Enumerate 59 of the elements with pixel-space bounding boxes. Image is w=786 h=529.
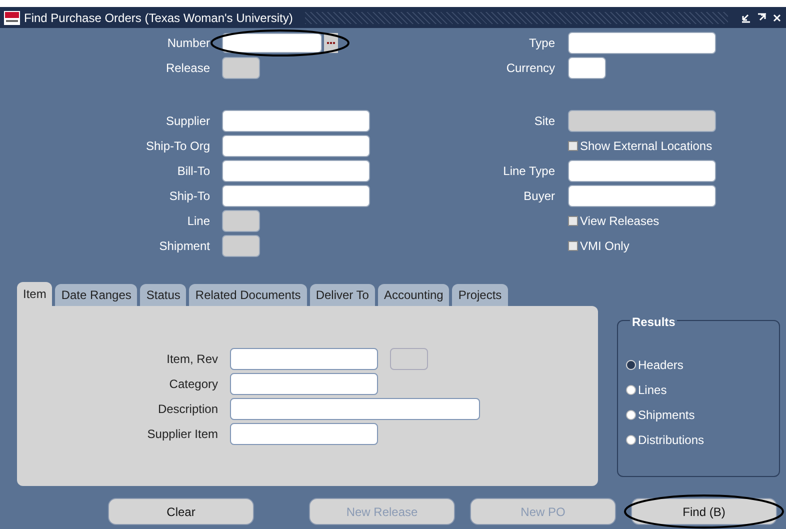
radio-button[interactable] [626,434,636,444]
radio-label: Distributions [638,432,704,448]
input-field[interactable] [222,110,370,132]
checkbox[interactable] [568,140,578,150]
action-button[interactable]: Find (B) [631,498,777,525]
tab[interactable]: Status [140,284,186,306]
field-label: Shipment [158,238,210,254]
field-label: Supplier Item [146,426,218,442]
radio-label: Shipments [638,406,695,424]
checkbox-label: VMI Only [580,238,630,254]
radio-button[interactable] [626,410,636,420]
field-label: Description [156,400,218,418]
field-label: Line [186,212,210,230]
input-field[interactable] [222,32,322,52]
input-field[interactable] [222,184,370,206]
field-label: Ship-To [168,188,210,204]
radio-button[interactable] [626,360,636,370]
input-field[interactable] [222,134,370,156]
field-label: Supplier [164,112,210,130]
field-label: Currency [505,60,555,76]
input-field[interactable] [230,398,480,420]
radio-label: Lines [638,382,667,398]
tab[interactable]: Projects [452,284,508,306]
field-label: Line Type [502,162,555,180]
input-field[interactable] [230,348,378,370]
checkbox[interactable] [568,240,578,250]
checkbox-label: Show External Locations [580,138,712,154]
tab[interactable]: Related Documents [189,284,307,306]
input-field[interactable] [568,184,716,206]
window-title: Find Purchase Orders (Texas Woman's University) [24,10,293,26]
field-label: Type [528,34,555,52]
input-field[interactable] [568,56,606,78]
revision-field[interactable] [390,348,428,370]
field-label: Release [164,60,210,76]
input-field[interactable] [222,160,370,182]
field-label: Number [166,34,210,52]
checkbox[interactable] [568,216,578,226]
field-label: Site [533,112,555,130]
tab[interactable]: Deliver To [310,284,375,306]
input-field[interactable] [230,372,378,394]
checkbox-label: View Releases [580,212,660,230]
field-label: Category [168,376,218,392]
field-label: Buyer [522,188,555,204]
input-field[interactable] [568,32,716,54]
action-button[interactable]: Clear [108,498,254,525]
tab[interactable]: Accounting [378,284,450,306]
app-logo-icon [4,10,20,24]
input-field[interactable] [568,160,716,182]
minimize-icon[interactable] [740,12,752,24]
field-label: Item, Rev [166,350,218,368]
radio-label: Headers [638,356,684,374]
maximize-icon[interactable] [756,12,768,24]
input-field[interactable] [230,422,378,444]
close-icon[interactable] [772,12,782,24]
radio-button[interactable] [626,384,636,394]
tab[interactable]: Item [17,282,52,306]
tab[interactable]: Date Ranges [55,284,138,306]
field-label: Ship-To Org [144,138,210,154]
field-label: Bill-To [176,162,210,180]
